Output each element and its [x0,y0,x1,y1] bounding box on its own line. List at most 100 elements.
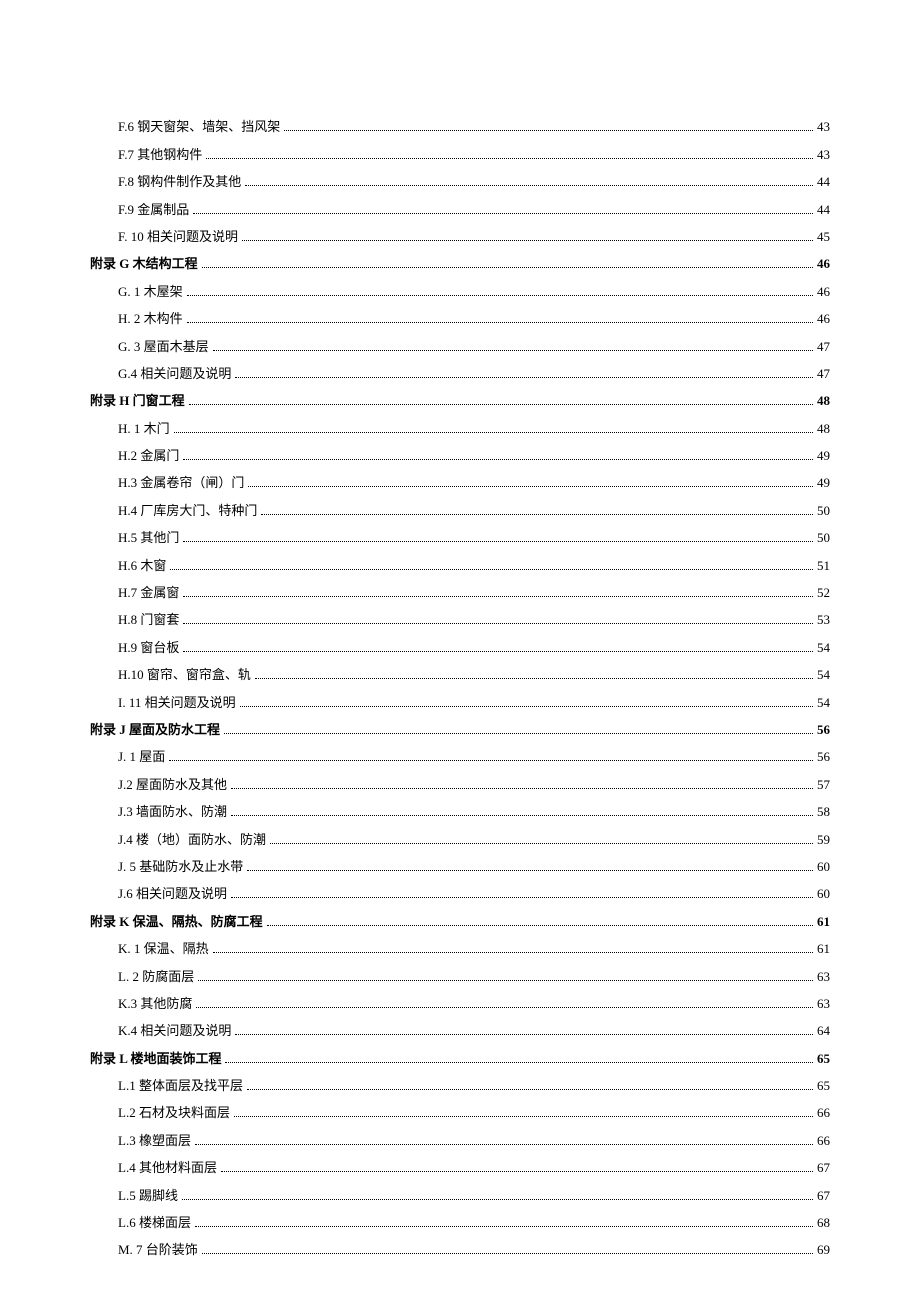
toc-label: J.4 楼（地）面防水、防潮 [118,833,266,846]
toc-label: L.2 石材及块料面层 [118,1106,230,1119]
toc-dots [206,147,813,158]
toc-dots [170,558,813,569]
toc-dots [198,969,813,980]
toc-page-number: 52 [817,586,830,599]
toc-label: M. 7 台阶装饰 [118,1243,198,1256]
toc-line: 附录 L 楼地面装饰工程 65 [90,1051,830,1065]
toc-dots [245,175,813,186]
toc-line: H.6 木窗 51 [90,558,830,572]
toc-label: L.6 楼梯面层 [118,1216,191,1229]
toc-page-number: 49 [817,449,830,462]
toc-page-number: 65 [817,1079,830,1092]
toc-dots [213,942,813,953]
toc-label: I. 11 相关问题及说明 [118,696,236,709]
toc-dots [267,914,813,925]
toc-dots [231,805,813,816]
toc-line: K.4 相关问题及说明 64 [90,1024,830,1038]
toc-page-number: 64 [817,1024,830,1037]
toc-line: L.4 其他材料面层 67 [90,1161,830,1175]
toc-line: H.4 厂库房大门、特种门50 [90,503,830,517]
toc-dots [247,860,813,871]
toc-page-number: 54 [817,641,830,654]
toc-page-number: 56 [817,723,830,736]
toc-line: L.6 楼梯面层 68 [90,1216,830,1230]
toc-label: J. 1 屋面 [118,750,165,763]
toc-label: H.6 木窗 [118,559,166,572]
toc-line: L. 2 防腐面层63 [90,969,830,983]
toc-line: F.7 其他钢构件43 [90,147,830,161]
toc-label: F.8 钢构件制作及其他 [118,175,241,188]
toc-dots [182,1188,813,1199]
toc-dots [189,394,813,405]
toc-label: H.8 门窗套 [118,613,179,626]
toc-dots [242,230,813,241]
toc-dots [195,1216,813,1227]
toc-dots [225,1051,813,1062]
toc-dots [255,668,813,679]
toc-page-number: 51 [817,559,830,572]
toc-page-number: 61 [817,942,830,955]
toc-label: L.1 整体面层及找平层 [118,1079,243,1092]
toc-label: H.3 金属卷帘（闸）门 [118,476,244,489]
toc-label: G. 3 屋面木基层 [118,340,209,353]
toc-line: H. 2 木构件46 [90,312,830,326]
toc-page-number: 43 [817,148,830,161]
toc-label: H.9 窗台板 [118,641,179,654]
toc-page-number: 67 [817,1161,830,1174]
toc-line: J.3 墙面防水、防潮58 [90,805,830,819]
toc-page-number: 50 [817,504,830,517]
toc-dots [240,695,813,706]
toc-label: 附录 H 门窗工程 [90,394,185,407]
toc-dots [224,723,813,734]
toc-line: H.10 窗帘、窗帘盒、轨 54 [90,668,830,682]
toc-line: J.4 楼（地）面防水、防潮59 [90,832,830,846]
toc-page-number: 53 [817,613,830,626]
toc-label: 附录 G 木结构工程 [90,257,198,270]
toc-line: 附录 J 屋面及防水工程 56 [90,723,830,737]
toc-label: H. 1 木门 [118,422,170,435]
toc-line: J. 5 基础防水及止水带60 [90,860,830,874]
toc-line: G. 3 屋面木基层47 [90,339,830,353]
toc-label: H.2 金属门 [118,449,179,462]
toc-label: K.4 相关问题及说明 [118,1024,231,1037]
toc-dots [187,284,813,295]
toc-line: F.8 钢构件制作及其他44 [90,175,830,189]
toc-page-number: 65 [817,1052,830,1065]
toc-page-number: 46 [817,257,830,270]
toc-line: F. 10 相关问题及说明45 [90,230,830,244]
toc-label: H.7 金属窗 [118,586,179,599]
toc-label: G. 1 木屋架 [118,285,183,298]
toc-line: 附录 K 保温、隔热、防腐工程61 [90,914,830,928]
toc-line: H.3 金属卷帘（闸）门 49 [90,476,830,490]
toc-label: J.2 屋面防水及其他 [118,778,227,791]
toc-label: J.3 墙面防水、防潮 [118,805,227,818]
toc-label: F. 10 相关问题及说明 [118,230,238,243]
toc-dots [202,1243,813,1254]
toc-label: L. 2 防腐面层 [118,970,194,983]
toc-label: 附录 L 楼地面装饰工程 [90,1052,221,1065]
toc-label: F.9 金属制品 [118,203,189,216]
toc-label: J.6 相关问题及说明 [118,887,227,900]
toc-page-number: 47 [817,367,830,380]
toc-line: J. 1 屋面56 [90,750,830,764]
toc-page-number: 66 [817,1134,830,1147]
toc-label: L.4 其他材料面层 [118,1161,217,1174]
toc-page-number: 54 [817,668,830,681]
toc-dots [235,1024,813,1035]
toc-dots [183,586,813,597]
toc-line: H.2 金属门 49 [90,449,830,463]
toc-label: F.6 钢天窗架、墙架、挡风架 [118,120,280,133]
toc-container: F.6 钢天窗架、墙架、挡风架 43F.7 其他钢构件43 F.8 钢构件制作及其他… [90,120,830,1257]
toc-line: G. 1 木屋架46 [90,284,830,298]
toc-label: 附录 J 屋面及防水工程 [90,723,220,736]
toc-label: H. 2 木构件 [118,312,183,325]
toc-line: J.6 相关问题及说明60 [90,887,830,901]
toc-dots [196,997,813,1008]
toc-line: K.3 其他防腐63 [90,997,830,1011]
toc-dots [183,531,813,542]
toc-page-number: 50 [817,531,830,544]
toc-dots [221,1161,813,1172]
toc-page-number: 68 [817,1216,830,1229]
toc-page-number: 49 [817,476,830,489]
toc-label: H.10 窗帘、窗帘盒、轨 [118,668,251,681]
